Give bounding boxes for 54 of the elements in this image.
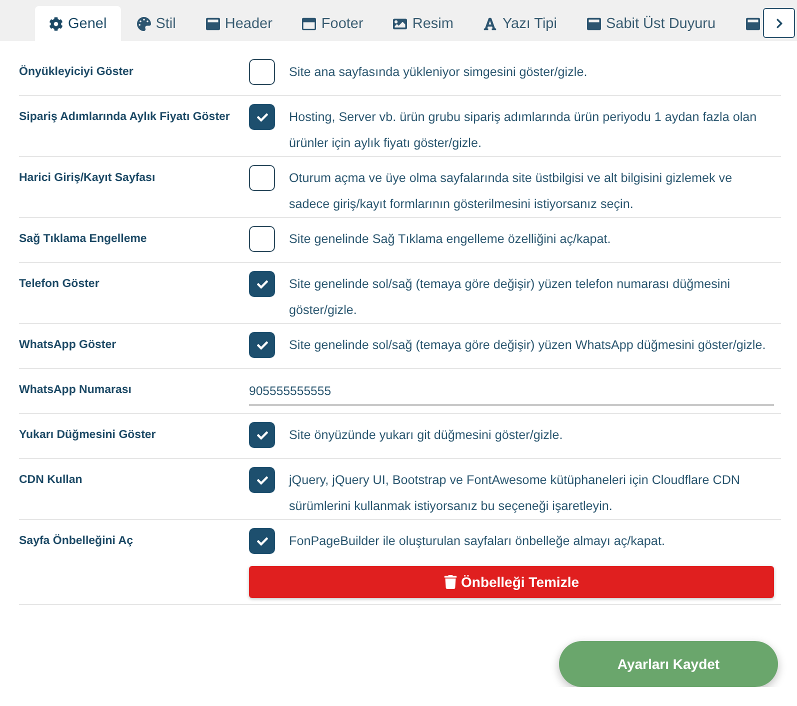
input-field[interactable]: 905555555555 bbox=[249, 377, 774, 406]
setting-label: Harici Giriş/Kayıt Sayfası bbox=[19, 171, 156, 186]
tab[interactable]: Sabit Üst Duyuru bbox=[572, 6, 730, 41]
setting-label: Yukarı Düğmesini Göster bbox=[19, 428, 157, 443]
trash-icon bbox=[444, 575, 457, 589]
setting-label: Sipariş Adımlarında Aylık Fiyatı Göster bbox=[19, 110, 231, 125]
check-icon bbox=[256, 474, 268, 486]
checkbox[interactable] bbox=[249, 59, 275, 85]
chevron-right-icon bbox=[774, 18, 784, 28]
tab[interactable]: Stil bbox=[122, 6, 190, 41]
setting-description: jQuery, jQuery UI, Bootstrap ve FontAwesome kütüphaneleri için Cloudflare CDN sürümlerini kullanmak istiyorsanız bu seçeneği işaretleyin. bbox=[289, 472, 742, 515]
check-icon bbox=[256, 278, 268, 290]
check-icon bbox=[256, 430, 268, 440]
setting-description: Site genelinde Sağ Tıklama engelleme özelliğini aç/kapat. bbox=[289, 231, 612, 248]
scroll-tabs-button[interactable] bbox=[763, 8, 795, 38]
setting-description: Site genelinde sol/sağ (temaya göre değişir) yüzen telefon numarası düğmesini göster/gizle. bbox=[289, 276, 732, 319]
setting-label: WhatsApp Göster bbox=[19, 338, 118, 353]
check-icon bbox=[256, 340, 268, 350]
checkbox[interactable] bbox=[249, 332, 275, 358]
setting-label: Telefon Göster bbox=[19, 277, 100, 292]
setting-description: Site önyüzünde yukarı git düğmesini göster/gizle. bbox=[289, 427, 564, 444]
tab[interactable]: Genel bbox=[35, 6, 121, 41]
gear-icon bbox=[49, 16, 63, 30]
tab[interactable]: Footer bbox=[288, 6, 378, 41]
check-icon bbox=[256, 536, 268, 546]
font-icon bbox=[483, 16, 498, 30]
tab[interactable]: Resim bbox=[379, 6, 468, 41]
setting-description: FonPageBuilder ile oluşturulan sayfaları önbelleğe almayı aç/kapat. bbox=[289, 533, 666, 550]
image-icon bbox=[393, 16, 408, 30]
check-icon bbox=[256, 112, 268, 122]
setting-label: Sağ Tıklama Engelleme bbox=[19, 232, 148, 247]
window-icon bbox=[586, 16, 601, 30]
clear-cache-button[interactable]: Önbelleği Temizle bbox=[249, 566, 774, 598]
checkbox[interactable] bbox=[249, 467, 275, 493]
checkbox[interactable] bbox=[249, 165, 275, 191]
setting-description: Hosting, Server vb. ürün grubu sipariş adımlarında ürün periyodu 1 aydan fazla olan ürünler için aylık fiyatı göster/gizle. bbox=[289, 109, 758, 152]
window-icon bbox=[746, 16, 760, 30]
tab[interactable]: Yazı Tipi bbox=[469, 6, 571, 41]
tab[interactable]: Header bbox=[192, 6, 286, 41]
checkbox[interactable] bbox=[249, 271, 275, 297]
setting-label: CDN Kullan bbox=[19, 473, 84, 488]
checkbox[interactable] bbox=[249, 104, 275, 130]
setting-description: Oturum açma ve üye olma sayfalarında site üstbilgisi ve alt bilgisini gizlemek ve sadece giriş/kayıt formlarının gösterilmesini istiyorsanız seçin. bbox=[289, 170, 734, 213]
checkbox[interactable] bbox=[249, 422, 275, 448]
setting-label: Sayfa Önbelleğini Aç bbox=[19, 533, 134, 549]
palette-icon bbox=[136, 16, 151, 30]
setting-description: Site ana sayfasında yükleniyor simgesini göster/gizle. bbox=[289, 64, 588, 81]
setting-label: WhatsApp Numarası bbox=[19, 383, 132, 398]
setting-description: Site genelinde sol/sağ (temaya göre değişir) yüzen WhatsApp düğmesini göster/gizle. bbox=[289, 337, 767, 354]
window-icon bbox=[206, 16, 220, 30]
checkbox[interactable] bbox=[249, 226, 275, 252]
window-outline-icon bbox=[302, 16, 316, 30]
setting-label: Önyükleyiciyi Göster bbox=[19, 64, 134, 80]
checkbox[interactable] bbox=[249, 528, 275, 554]
